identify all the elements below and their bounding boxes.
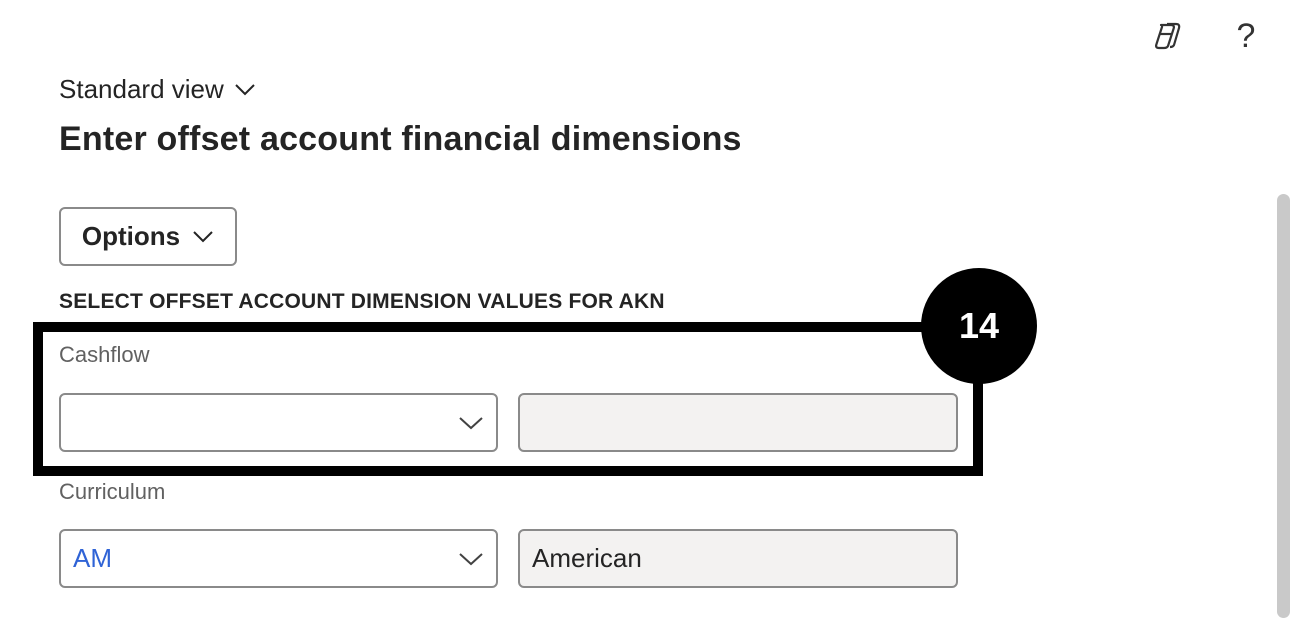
vertical-scrollbar[interactable] bbox=[1277, 194, 1290, 618]
step-badge: 14 bbox=[921, 268, 1037, 384]
view-selector[interactable]: Standard view bbox=[59, 74, 256, 105]
highlight-frame bbox=[33, 322, 983, 476]
help-glyph: ? bbox=[1236, 16, 1256, 55]
step-number: 14 bbox=[958, 305, 1000, 346]
page-title: Enter offset account financial dimension… bbox=[59, 120, 742, 158]
curriculum-label: Curriculum bbox=[59, 479, 166, 504]
chevron-down-icon bbox=[459, 552, 483, 565]
page: ? Standard view Enter offset account fin… bbox=[0, 0, 1298, 618]
options-button[interactable]: Options bbox=[59, 207, 237, 266]
section-heading: SELECT OFFSET ACCOUNT DIMENSION VALUES F… bbox=[59, 290, 665, 313]
copilot-icon[interactable] bbox=[1146, 14, 1190, 58]
curriculum-description: American bbox=[518, 529, 958, 588]
curriculum-select[interactable]: AM bbox=[59, 529, 498, 588]
options-button-label: Options bbox=[81, 221, 181, 251]
view-selector-label: Standard view bbox=[59, 74, 224, 104]
chevron-down-icon bbox=[235, 83, 255, 95]
chevron-down-icon bbox=[193, 230, 213, 242]
curriculum-select-value: AM bbox=[73, 543, 112, 573]
help-icon[interactable]: ? bbox=[1226, 14, 1266, 58]
curriculum-description-value: American bbox=[532, 543, 642, 573]
